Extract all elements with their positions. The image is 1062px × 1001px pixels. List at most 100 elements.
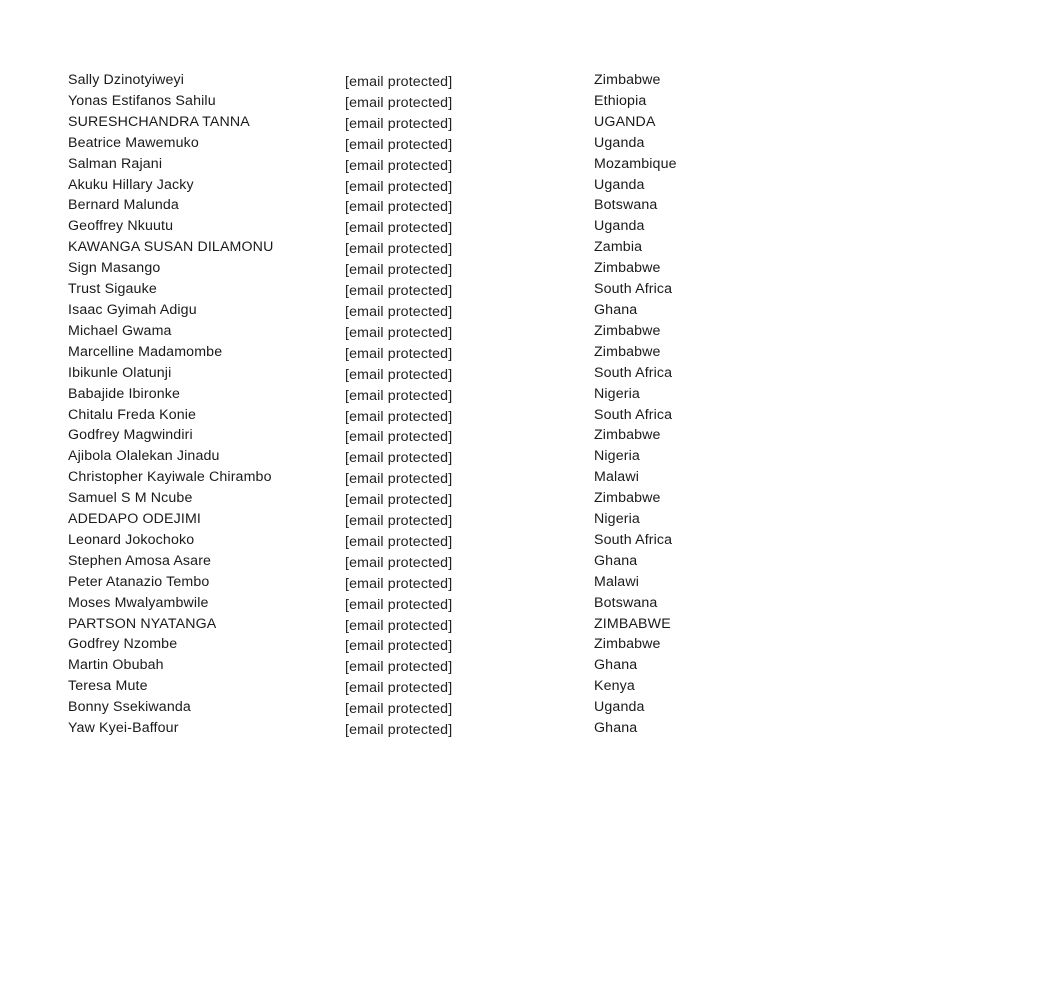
cell-email: [email protected] [345, 659, 453, 676]
cell-country: Zambia [594, 239, 643, 256]
cell-email: [email protected] [345, 492, 453, 509]
cell-name: Teresa Mute [68, 678, 148, 695]
cell-country: Botswana [594, 594, 658, 611]
cell-email: [email protected] [345, 554, 453, 571]
cell-country: Ghana [594, 657, 638, 674]
cell-name: Ajibola Olalekan Jinadu [68, 448, 220, 465]
cell-name: KAWANGA SUSAN DILAMONU [68, 239, 274, 256]
cell-country: Uganda [594, 134, 645, 151]
cell-country: South Africa [594, 364, 673, 381]
cell-country: Malawi [594, 573, 640, 590]
cell-name: Babajide Ibironke [68, 385, 181, 402]
cell-name: Christopher Kayiwale Chirambo [68, 469, 272, 486]
cell-name: Martin Obubah [68, 657, 164, 674]
cell-country: Ghana [594, 720, 638, 737]
cell-email: [email protected] [345, 429, 453, 446]
cell-email: [email protected] [345, 450, 453, 467]
cell-email: [email protected] [345, 680, 453, 697]
cell-name: Trust Sigauke [68, 281, 157, 298]
cell-name: Ibikunle Olatunji [68, 364, 172, 381]
cell-country: Nigeria [594, 385, 640, 402]
cell-email: [email protected] [345, 241, 453, 258]
cell-country: Malawi [594, 469, 640, 486]
cell-email: [email protected] [345, 596, 453, 613]
cell-country: Zimbabwe [594, 322, 661, 339]
cell-name: ADEDAPO ODEJIMI [68, 511, 201, 528]
cell-country: Ghana [594, 301, 638, 318]
cell-email: [email protected] [345, 513, 453, 530]
cell-country: Zimbabwe [594, 427, 661, 444]
cell-email: [email protected] [345, 157, 453, 174]
cell-name: PARTSON NYATANGA [68, 615, 217, 632]
cell-country: Ethiopia [594, 92, 647, 109]
cell-name: Bonny Ssekiwanda [68, 699, 191, 716]
cell-name: Bernard Malunda [68, 197, 179, 214]
cell-email: [email protected] [345, 408, 453, 425]
cell-name: Yaw Kyei-Baffour [68, 720, 179, 737]
cell-name: Samuel S M Ncube [68, 490, 193, 507]
cell-country: UGANDA [594, 113, 656, 130]
cell-name: Marcelline Madamombe [68, 343, 223, 360]
cell-country: Uganda [594, 699, 645, 716]
contact-list-sheet: Sally Dzinotyiweyi Yonas Estifanos Sahilu… [0, 0, 1062, 1001]
cell-email: [email protected] [345, 220, 453, 237]
cell-country: Nigeria [594, 448, 640, 465]
cell-email: [email protected] [345, 387, 453, 404]
cell-email: [email protected] [345, 115, 453, 132]
column-name: Sally Dzinotyiweyi Yonas Estifanos Sahilu… [68, 70, 338, 739]
cell-name: Akuku Hillary Jacky [68, 176, 194, 193]
cell-email: [email protected] [345, 701, 453, 718]
cell-email: [email protected] [345, 471, 453, 488]
cell-email: [email protected] [345, 345, 453, 362]
cell-name: Michael Gwama [68, 322, 172, 339]
cell-email: [email protected] [345, 617, 453, 634]
cell-country: South Africa [594, 406, 673, 423]
cell-email: [email protected] [345, 366, 453, 383]
cell-name: Sally Dzinotyiweyi [68, 72, 185, 88]
cell-name: Isaac Gyimah Adigu [68, 301, 197, 318]
cell-country: ZIMBABWE [594, 615, 671, 632]
cell-name: Geoffrey Nkuutu [68, 218, 174, 235]
cell-country: Zimbabwe [594, 72, 661, 88]
cell-name: Peter Atanazio Tembo [68, 573, 210, 590]
cell-country: Uganda [594, 176, 645, 193]
cell-country: Nigeria [594, 511, 640, 528]
cell-email: [email protected] [345, 74, 453, 90]
cell-country: Ghana [594, 552, 638, 569]
cell-email: [email protected] [345, 638, 453, 655]
cell-name: Leonard Jokochoko [68, 531, 195, 548]
cell-country: Kenya [594, 678, 635, 695]
cell-email: [email protected] [345, 178, 453, 195]
cell-email: [email protected] [345, 136, 453, 153]
column-email: [email protected] [email protected] [email… [345, 72, 585, 741]
cell-name: Chitalu Freda Konie [68, 406, 197, 423]
cell-name: Stephen Amosa Asare [68, 552, 212, 569]
cell-name: Beatrice Mawemuko [68, 134, 199, 151]
cell-country: Uganda [594, 218, 645, 235]
cell-country: Zimbabwe [594, 490, 661, 507]
cell-country: Zimbabwe [594, 343, 661, 360]
cell-email: [email protected] [345, 199, 453, 216]
cell-email: [email protected] [345, 94, 453, 111]
cell-email: [email protected] [345, 262, 453, 279]
cell-country: South Africa [594, 281, 673, 298]
cell-country: Zimbabwe [594, 260, 661, 277]
cell-country: Mozambique [594, 155, 677, 172]
cell-country: Botswana [594, 197, 658, 214]
cell-name: Godfrey Magwindiri [68, 427, 193, 444]
cell-name: Godfrey Nzombe [68, 636, 178, 653]
cell-email: [email protected] [345, 575, 453, 592]
cell-name: Yonas Estifanos Sahilu [68, 92, 216, 109]
cell-name: Sign Masango [68, 260, 161, 277]
cell-email: [email protected] [345, 303, 453, 320]
cell-country: Zimbabwe [594, 636, 661, 653]
cell-name: Moses Mwalyambwile [68, 594, 209, 611]
cell-email: [email protected] [345, 722, 453, 739]
cell-name: SURESHCHANDRA TANNA [68, 113, 250, 130]
cell-country: South Africa [594, 531, 673, 548]
column-country: Zimbabwe Ethiopia UGANDA Uganda Mozambique Ug… [594, 70, 804, 739]
cell-email: [email protected] [345, 533, 453, 550]
cell-name: Salman Rajani [68, 155, 163, 172]
cell-email: [email protected] [345, 324, 453, 341]
cell-email: [email protected] [345, 283, 453, 300]
